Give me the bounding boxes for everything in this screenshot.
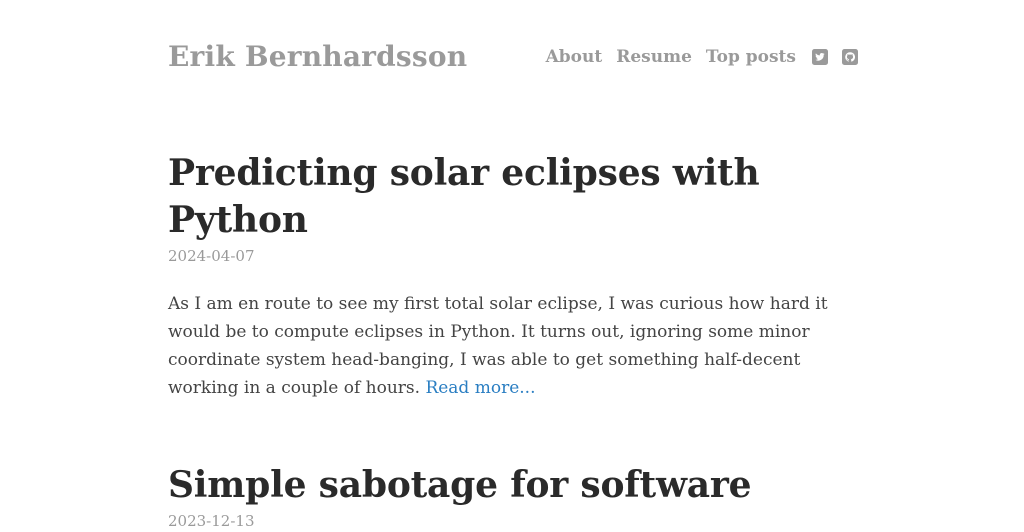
post-item: Predicting solar eclipses with Python 20… — [168, 150, 858, 402]
post-date: 2024-04-07 — [168, 247, 255, 265]
site-title-link[interactable]: Erik Bernhardsson — [168, 40, 467, 73]
post-title-text[interactable]: Predicting solar eclipses with Python — [168, 152, 760, 241]
post-title[interactable]: Predicting solar eclipses with Python — [168, 150, 858, 244]
site-header: Erik Bernhardsson About Resume Top posts — [168, 36, 858, 80]
page: Erik Bernhardsson About Resume Top posts — [0, 0, 1024, 532]
post-title[interactable]: Simple sabotage for software — [168, 462, 858, 509]
post-title-text[interactable]: Simple sabotage for software — [168, 464, 752, 506]
github-icon[interactable] — [842, 49, 858, 65]
nav-top-posts-link[interactable]: Top posts — [706, 47, 796, 67]
post-excerpt: As I am en route to see my first total s… — [168, 290, 858, 402]
social-links — [812, 49, 858, 65]
nav-about-link[interactable]: About — [546, 47, 603, 67]
post-date: 2023-12-13 — [168, 512, 255, 530]
read-more-link[interactable]: Read more... — [425, 378, 535, 398]
twitter-icon[interactable] — [812, 49, 828, 65]
nav-resume-link[interactable]: Resume — [616, 47, 692, 67]
post-item: Simple sabotage for software 2023-12-13 — [168, 462, 858, 531]
main-nav: About Resume Top posts — [546, 47, 858, 67]
